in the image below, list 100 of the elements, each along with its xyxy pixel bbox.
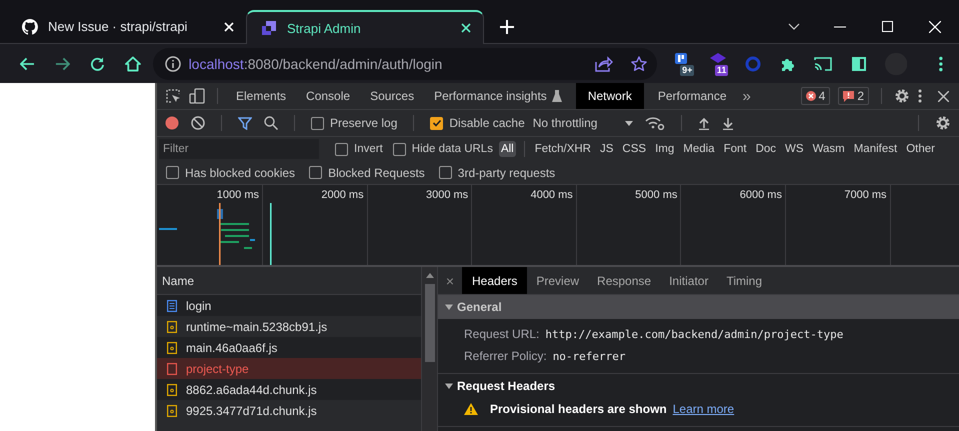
header-name: Referrer Policy: [464,349,547,363]
checkbox-square[interactable] [430,116,444,130]
new-tab-icon[interactable] [500,20,514,34]
panel-tab[interactable]: Performance insights [428,83,568,109]
address-bar[interactable]: localhost:8080/backend/admin/auth/login [152,48,658,80]
filter-icon[interactable] [238,116,252,130]
error-icon [806,91,816,101]
panel-tab[interactable]: Console [300,83,356,109]
close-icon[interactable] [461,23,471,33]
request-name: 9925.3477d71d.chunk.js [186,404,317,418]
checkbox-square[interactable] [311,116,324,130]
type-filter[interactable]: Media [681,141,717,157]
type-filter[interactable]: Font [722,141,749,157]
tick-label: 6000 ms [740,189,782,203]
menu-icon[interactable] [939,56,943,72]
share-icon[interactable] [595,56,614,72]
more-tabs-icon[interactable]: » [742,88,751,104]
scrollbar[interactable] [421,267,437,431]
checkbox[interactable]: Preserve log [311,116,398,130]
record-icon[interactable] [165,116,179,130]
type-filter[interactable]: Wasm [810,141,847,157]
maximize-icon[interactable] [882,21,893,32]
learn-more-link[interactable]: Learn more [672,402,734,416]
checkbox-square[interactable] [438,166,452,179]
side-panel-icon[interactable] [852,56,866,70]
browser-tab[interactable]: New Issue · strapi/strapi [8,10,246,43]
checkbox[interactable]: 3rd-party requests [438,166,556,180]
request-name: 8862.a6ada44d.chunk.js [186,382,317,396]
type-filter[interactable]: WS [783,141,806,157]
panel-tab[interactable]: Sources [364,83,420,109]
checkbox-square[interactable] [392,142,406,156]
back-icon[interactable] [20,56,35,70]
kebab-menu-icon[interactable] [918,89,922,103]
close-button[interactable]: × [438,267,462,294]
script-file-icon [167,342,177,354]
type-filter[interactable]: Fetch/XHR [532,141,593,157]
type-filter[interactable]: Other [904,141,937,157]
request-row[interactable]: project-type [157,358,421,379]
tick-label: 1000 ms [216,189,259,203]
star-icon[interactable] [631,56,648,72]
panel-tab[interactable]: Elements [230,83,292,109]
search-icon[interactable] [264,116,278,130]
section-header[interactable]: Request Headers [438,374,959,398]
request-name: runtime~main.5238cb91.js [186,320,328,334]
filter-field[interactable]: Filter [159,139,319,159]
forward-icon[interactable] [54,56,70,70]
header-name: Request URL: [464,327,540,341]
checkbox[interactable]: Has blocked cookies [166,166,296,180]
checkbox[interactable]: Hide data URLs [392,142,493,156]
detail-tab[interactable]: Preview [527,267,588,294]
panel-tab[interactable]: Network [576,83,644,109]
issue-count[interactable]: 2 [838,87,869,105]
cast-icon[interactable] [814,56,832,72]
file-icon [167,362,177,374]
checkbox-square[interactable] [335,142,348,156]
tick-label: 2000 ms [321,189,364,203]
home-icon[interactable] [124,56,141,72]
type-filter[interactable]: CSS [620,141,648,157]
download-icon[interactable] [722,116,734,130]
checkbox[interactable]: Disable cache [430,116,525,130]
request-name: project-type [186,362,249,376]
device-icon[interactable] [189,88,205,104]
board-icon[interactable] [675,52,688,64]
detail-tab[interactable]: Headers [462,267,528,294]
settings-icon[interactable] [894,88,910,104]
type-filter[interactable]: Img [653,141,676,157]
chevron-down-icon[interactable] [788,22,800,30]
upload-icon[interactable] [698,116,710,130]
checkbox-square[interactable] [309,166,322,179]
type-filter[interactable]: Manifest [852,141,900,157]
request-row[interactable]: main.46a0aa6f.js [157,337,421,358]
clear-icon[interactable] [191,116,205,130]
throttling-dropdown[interactable]: No throttling [532,116,634,130]
scroll-up-icon[interactable] [426,273,434,278]
type-filter[interactable]: Doc [754,141,778,157]
section-header[interactable]: General [438,295,959,319]
wifi-gear-icon[interactable] [645,116,666,130]
scroll-thumb[interactable] [424,284,434,362]
minimize-icon[interactable] [834,26,846,28]
close-icon[interactable] [938,90,949,102]
detail-tab[interactable]: Response [588,267,660,294]
error-count[interactable]: 4 [800,87,830,105]
checkbox[interactable]: Invert [335,142,383,156]
detail-tab[interactable]: Timing [717,267,772,294]
checkbox[interactable]: Blocked Requests [309,166,425,180]
inspect-icon[interactable] [165,88,181,104]
type-filter[interactable]: JS [598,141,616,157]
detail-tab[interactable]: Initiator [660,267,718,294]
request-row[interactable]: login [157,295,421,316]
request-row[interactable]: 8862.a6ada44d.chunk.js [157,379,421,400]
settings-icon[interactable] [935,115,951,131]
request-name: login [186,298,212,312]
panel-tab[interactable]: Performance [652,83,733,109]
count-badge: 11 [714,64,728,76]
browser-tab[interactable]: Strapi Admin [246,10,484,44]
checkbox-square[interactable] [166,166,179,179]
count-text: 2 [857,89,864,103]
count-text: 4 [818,89,826,103]
reload-icon[interactable] [90,56,105,72]
type-filter[interactable]: All [498,141,516,157]
